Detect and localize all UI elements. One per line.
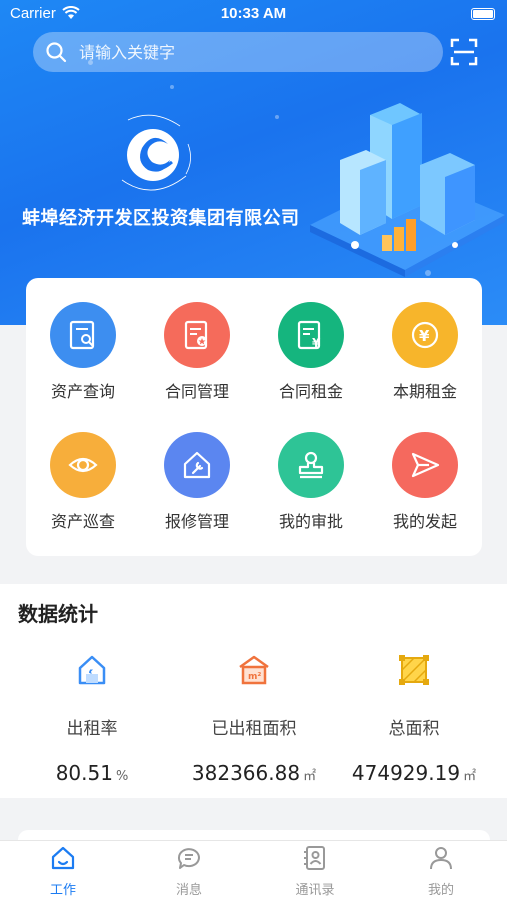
function-asset-inspect[interactable]: 资产巡查 xyxy=(26,432,140,532)
tab-work[interactable]: 工作 xyxy=(0,845,126,898)
bottom-tab-bar: 工作 消息 通讯录 我的 xyxy=(0,840,507,900)
scan-icon[interactable] xyxy=(450,38,478,66)
tab-contacts[interactable]: 通讯录 xyxy=(252,845,378,898)
total-area-icon xyxy=(399,655,429,685)
search-bar[interactable] xyxy=(33,32,443,72)
status-bar: Carrier 10:33 AM xyxy=(0,0,507,30)
tab-label: 消息 xyxy=(175,883,202,898)
tab-label: 通讯录 xyxy=(295,883,335,898)
function-label: 报修管理 xyxy=(164,512,229,531)
repair-manage-icon xyxy=(164,432,230,498)
header-banner: Carrier 10:33 AM 蚌埠经济开发区投资集团有限公司 xyxy=(0,0,507,325)
contract-rent-icon: ¥ xyxy=(278,302,344,368)
tab-label: 我的 xyxy=(427,883,454,898)
function-label: 资产巡查 xyxy=(50,512,115,531)
stat-name: 总面积 xyxy=(388,719,440,739)
asset-search-icon xyxy=(50,302,116,368)
battery-icon xyxy=(471,8,495,20)
svg-text:¥: ¥ xyxy=(419,327,430,345)
home-icon xyxy=(51,846,75,870)
message-icon xyxy=(177,848,200,869)
stat-unit: ㎡ xyxy=(463,769,477,784)
stat-value: 382366.88 ㎡ xyxy=(174,761,334,785)
function-contract-manage[interactable]: 合同管理 xyxy=(140,302,254,402)
house-rate-icon xyxy=(78,655,106,685)
stat-value: 80.51% xyxy=(12,761,172,785)
function-contract-rent[interactable]: ¥ 合同租金 xyxy=(254,302,368,402)
tab-label: 工作 xyxy=(49,883,76,898)
stat-unit: % xyxy=(115,769,129,784)
tab-messages[interactable]: 消息 xyxy=(126,845,252,898)
stat-number: 80.51 xyxy=(55,761,113,785)
function-grid: 资产查询 合同管理 ¥ 合同租金 ¥ 本期租金 资产巡查 报修管理 我的审批 我… xyxy=(26,278,482,556)
stat-name: 已出租面积 xyxy=(211,719,297,739)
company-logo xyxy=(121,114,191,191)
stat-name: 出租率 xyxy=(66,719,118,739)
svg-text:m²: m² xyxy=(248,672,261,682)
stat-rented-area: m² 已出租面积 382366.88 ㎡ xyxy=(174,650,334,785)
function-label: 我的发起 xyxy=(392,512,457,531)
function-label: 资产查询 xyxy=(50,382,115,401)
search-input[interactable] xyxy=(79,32,429,72)
contract-manage-icon xyxy=(164,302,230,368)
decor-dot xyxy=(275,115,279,119)
stat-value: 474929.19 ㎡ xyxy=(334,761,494,785)
company-name: 蚌埠经济开发区投资集团有限公司 xyxy=(22,208,300,229)
section-title: 数据统计 xyxy=(18,602,98,626)
current-rent-icon: ¥ xyxy=(392,302,458,368)
function-my-approval[interactable]: 我的审批 xyxy=(254,432,368,532)
contacts-icon xyxy=(304,846,325,870)
stat-total-area: 总面积 474929.19 ㎡ xyxy=(334,650,494,785)
statistics-section: 数据统计 出租率 80.51% m² 已出租面积 382366.88 ㎡ 总面积… xyxy=(0,584,507,798)
stat-unit: ㎡ xyxy=(303,769,317,784)
search-icon xyxy=(46,42,67,63)
clock: 10:33 AM xyxy=(220,5,287,22)
asset-inspect-icon xyxy=(50,432,116,498)
stat-number: 474929.19 xyxy=(351,761,461,785)
function-label: 我的审批 xyxy=(278,512,343,531)
stat-occupancy-rate: 出租率 80.51% xyxy=(12,650,172,785)
stat-number: 382366.88 xyxy=(191,761,301,785)
city-illustration xyxy=(310,103,505,277)
function-label: 合同租金 xyxy=(278,382,343,401)
function-repair-manage[interactable]: 报修管理 xyxy=(140,432,254,532)
rented-area-icon: m² xyxy=(239,655,269,685)
decor-dot xyxy=(170,85,174,89)
function-label: 本期租金 xyxy=(392,382,457,401)
function-asset-search[interactable]: 资产查询 xyxy=(26,302,140,402)
svg-text:¥: ¥ xyxy=(312,336,321,350)
my-approval-icon xyxy=(278,432,344,498)
my-initiated-icon xyxy=(392,432,458,498)
function-my-initiated[interactable]: 我的发起 xyxy=(368,432,482,532)
user-icon xyxy=(430,847,452,870)
tab-profile[interactable]: 我的 xyxy=(378,845,504,898)
function-current-rent[interactable]: ¥ 本期租金 xyxy=(368,302,482,402)
function-label: 合同管理 xyxy=(164,382,229,401)
